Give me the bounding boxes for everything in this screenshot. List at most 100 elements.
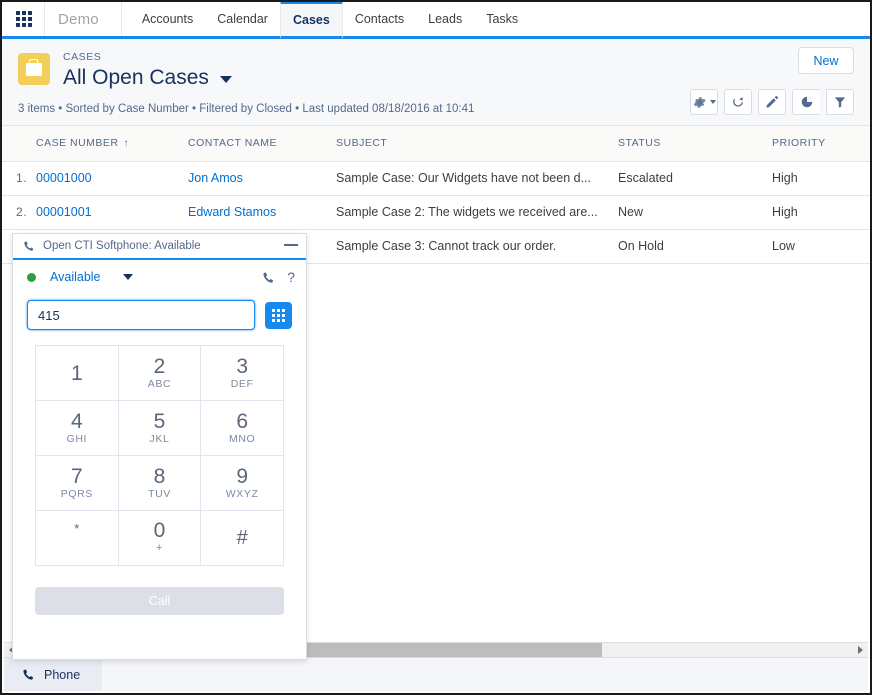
dialpad-key-letters: +	[156, 542, 163, 555]
minimize-icon[interactable]	[284, 244, 298, 246]
column-header-case-number[interactable]: CASE NUMBER↑	[28, 126, 180, 161]
dialpad-key-5[interactable]: 5 JKL	[119, 401, 202, 456]
dialpad-key-digit: 5	[154, 410, 166, 433]
phone-icon	[23, 240, 35, 252]
nav-tab-leads[interactable]: Leads	[416, 2, 474, 39]
softphone-dial-row	[13, 294, 306, 330]
dialpad-key-1[interactable]: 1	[36, 346, 119, 401]
nav-tab-list: Accounts Calendar Cases Contacts Leads T…	[122, 2, 530, 36]
case-number-link[interactable]: 00001001	[36, 205, 92, 219]
column-header-subject[interactable]: SUBJECT	[328, 126, 610, 161]
table-row[interactable]: 1 00001000 Jon Amos Sample Case: Our Wid…	[2, 161, 872, 195]
list-view-action-buttons	[690, 89, 854, 115]
chevron-down-icon[interactable]	[220, 76, 232, 83]
column-header-rownum	[2, 126, 28, 161]
dialpad-key-star[interactable]: *	[36, 511, 119, 566]
app-name-label: Demo	[45, 2, 122, 36]
dialpad-key-digit: #	[237, 527, 248, 550]
edit-list-button[interactable]	[758, 89, 786, 115]
phone-number-input[interactable]	[27, 300, 255, 330]
question-mark-icon[interactable]: ?	[287, 269, 295, 285]
contact-name-link[interactable]: Edward Stamos	[188, 205, 276, 219]
nav-tab-tasks[interactable]: Tasks	[474, 2, 530, 39]
nav-tab-contacts[interactable]: Contacts	[343, 2, 416, 39]
utility-bar: Phone	[4, 657, 868, 691]
pencil-icon	[765, 95, 779, 109]
table-row[interactable]: 2 00001001 Edward Stamos Sample Case 2: …	[2, 195, 872, 229]
column-header-priority[interactable]: PRIORITY	[764, 126, 872, 161]
cell-subject: Sample Case: Our Widgets have not been d…	[328, 161, 610, 195]
refresh-button[interactable]	[724, 89, 752, 115]
softphone-status-bar: Available ?	[13, 260, 306, 294]
row-number: 1	[2, 161, 28, 195]
dialpad-key-9[interactable]: 9 WXYZ	[201, 456, 284, 511]
chevron-down-icon	[710, 100, 716, 104]
scroll-right-arrow-icon[interactable]	[853, 643, 868, 658]
nav-tab-label: Cases	[293, 13, 330, 27]
cell-status: On Hold	[610, 229, 764, 263]
dialpad-key-digit: 4	[71, 410, 83, 433]
status-indicator-dot	[27, 273, 36, 282]
dialpad-key-2[interactable]: 2 ABC	[119, 346, 202, 401]
dialpad-key-digit: 3	[236, 355, 248, 378]
cell-status: New	[610, 195, 764, 229]
app-launcher-button[interactable]	[2, 2, 45, 36]
contact-name-link[interactable]: Jon Amos	[188, 171, 243, 185]
nav-tab-cases[interactable]: Cases	[280, 1, 343, 39]
column-header-contact-name[interactable]: CONTACT NAME	[180, 126, 328, 161]
dialpad-key-letters: WXYZ	[226, 488, 259, 501]
dialpad-key-hash[interactable]: #	[201, 511, 284, 566]
dialpad-key-6[interactable]: 6 MNO	[201, 401, 284, 456]
dialpad-key-4[interactable]: 4 GHI	[36, 401, 119, 456]
dialpad-key-digit: 8	[154, 465, 166, 488]
chart-toggle-button[interactable]	[792, 89, 820, 115]
softphone-panel-header[interactable]: Open CTI Softphone: Available	[13, 234, 306, 260]
sort-ascending-icon: ↑	[124, 138, 130, 149]
dialpad-key-3[interactable]: 3 DEF	[201, 346, 284, 401]
nav-tab-label: Tasks	[486, 12, 518, 26]
dialpad-key-letters: MNO	[229, 433, 255, 446]
dialpad-key-letters: DEF	[231, 378, 254, 391]
dialpad-key-letters: ABC	[148, 378, 171, 391]
scrollbar-thumb[interactable]	[304, 643, 602, 658]
dialpad-key-8[interactable]: 8 TUV	[119, 456, 202, 511]
new-case-button[interactable]: New	[798, 47, 854, 74]
nav-tab-accounts[interactable]: Accounts	[130, 2, 205, 39]
page-eyebrow: CASES	[63, 50, 232, 64]
filter-funnel-icon	[833, 95, 847, 109]
call-button[interactable]: Call	[35, 587, 284, 615]
agent-status-label[interactable]: Available	[50, 270, 101, 284]
dialpad-key-digit: 2	[154, 355, 166, 378]
keypad-toggle-button[interactable]	[265, 302, 292, 329]
filter-button[interactable]	[826, 89, 854, 115]
gear-icon	[692, 95, 707, 110]
nav-tab-label: Calendar	[217, 12, 268, 26]
dialpad-key-digit: 1	[71, 362, 83, 385]
dialpad-key-letters: GHI	[67, 433, 87, 446]
refresh-icon	[731, 95, 745, 109]
dialpad-key-0[interactable]: 0 +	[119, 511, 202, 566]
nav-tab-label: Accounts	[142, 12, 193, 26]
cell-status: Escalated	[610, 161, 764, 195]
pie-chart-icon	[800, 95, 814, 109]
cell-contact-name: Edward Stamos	[180, 195, 328, 229]
cell-priority: Low	[764, 229, 872, 263]
chevron-down-icon[interactable]	[123, 274, 133, 280]
softphone-title: Open CTI Softphone: Available	[43, 240, 284, 252]
utility-item-label: Phone	[44, 668, 80, 682]
cell-subject: Sample Case 2: The widgets we received a…	[328, 195, 610, 229]
app-launcher-waffle-icon	[16, 11, 32, 27]
phone-icon	[262, 271, 275, 284]
dialpad-key-7[interactable]: 7 PQRS	[36, 456, 119, 511]
cell-case-number: 00001001	[28, 195, 180, 229]
salesforce-console-window: Demo Accounts Calendar Cases Contacts Le…	[0, 0, 872, 695]
nav-tab-calendar[interactable]: Calendar	[205, 2, 280, 39]
utility-item-phone[interactable]: Phone	[4, 658, 102, 691]
cell-case-number: 00001000	[28, 161, 180, 195]
table-header-row: CASE NUMBER↑ CONTACT NAME SUBJECT STATUS…	[2, 126, 872, 161]
case-number-link[interactable]: 00001000	[36, 171, 92, 185]
column-header-status[interactable]: STATUS	[610, 126, 764, 161]
list-view-controls-button[interactable]	[690, 89, 718, 115]
softphone-phone-button[interactable]	[262, 271, 275, 284]
dialpad-key-letters: JKL	[150, 433, 170, 446]
